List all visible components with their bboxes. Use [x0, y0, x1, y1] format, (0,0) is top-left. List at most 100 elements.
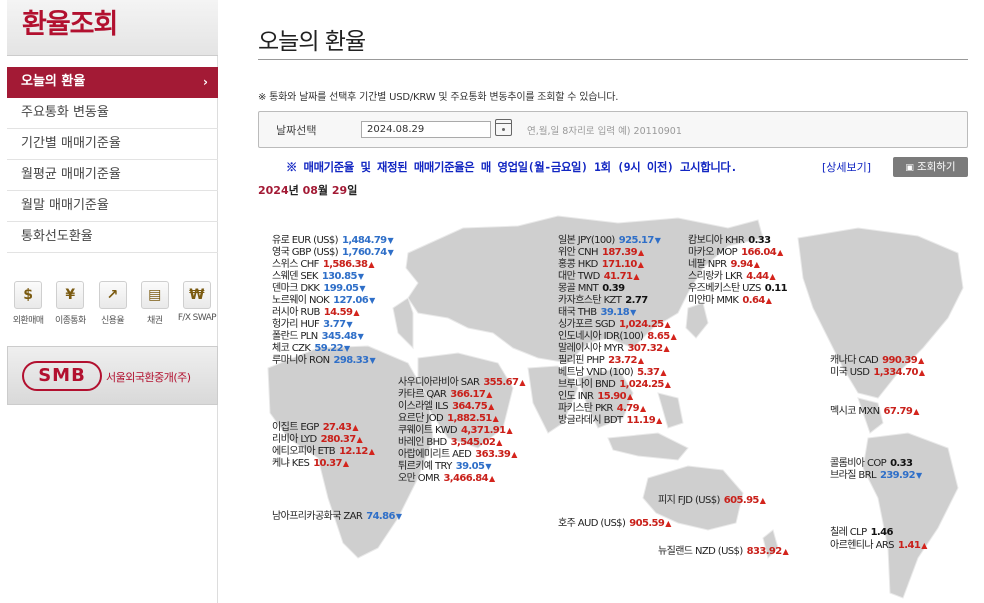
- currency-label: 남아프리카공화국 ZAR: [272, 511, 363, 522]
- rate-nzd[interactable]: 뉴질랜드 NZD (US$) 833.92▲: [658, 546, 789, 558]
- detail-link[interactable]: [상세보기]: [822, 159, 871, 175]
- quick-link-fx-trade[interactable]: $ 외환매매: [7, 281, 49, 331]
- quick-link-fx-swap[interactable]: ₩ F/X SWAP: [176, 281, 218, 331]
- arrow-up-icon: ▲: [759, 496, 766, 505]
- rate-chf[interactable]: 스위스 CHF 1,586.38▲: [272, 259, 375, 271]
- rate-qar[interactable]: 카타르 QAR 366.17▲: [398, 389, 492, 401]
- rate-aed[interactable]: 아랍에미리트 AED 363.39▲: [398, 449, 517, 461]
- menu-item-month-end[interactable]: 월말 매매기준율: [7, 191, 218, 222]
- quick-link-bond[interactable]: ▤ 채권: [134, 281, 176, 331]
- rate-inr[interactable]: 인도 INR 15.90▲: [558, 391, 633, 403]
- rate-sar[interactable]: 사우디아라비아 SAR 355.67▲: [398, 377, 525, 389]
- search-button[interactable]: ▣ 조회하기: [893, 157, 968, 177]
- rate-dkk[interactable]: 덴마크 DKK 199.05▼: [272, 283, 366, 295]
- currency-label: 스리랑카 LKR: [688, 271, 743, 282]
- rate-value: 1,882.51: [447, 413, 492, 424]
- currency-label: 태국 THB: [558, 307, 597, 318]
- date-input[interactable]: [361, 121, 491, 138]
- rate-usd[interactable]: 미국 USD 1,334.70▲: [830, 367, 925, 379]
- rate-zar[interactable]: 남아프리카공화국 ZAR 74.86▼: [272, 511, 402, 523]
- arrow-up-icon: ▲: [633, 272, 639, 281]
- currency-label: 헝가리 HUF: [272, 319, 320, 330]
- rate-rub[interactable]: 러시아 RUB 14.59▲: [272, 307, 359, 319]
- rate-uzs[interactable]: 우즈베키스탄 UZS 0.11: [688, 283, 788, 295]
- arrow-down-icon: ▼: [395, 512, 402, 521]
- rate-mop[interactable]: 마카오 MOP 166.04▲: [688, 247, 783, 259]
- rate-value: 364.75: [452, 401, 488, 412]
- menu-item-period-rate[interactable]: 기간별 매매기준율: [7, 129, 218, 160]
- rate-khr[interactable]: 캄보디아 KHR 0.33: [688, 235, 771, 247]
- selected-date-heading: 2024년 08월 29일: [258, 182, 357, 198]
- rate-myr[interactable]: 말레이시아 MYR 307.32▲: [558, 343, 670, 355]
- rate-omr[interactable]: 오만 OMR 3,466.84▲: [398, 473, 495, 485]
- rate-clp[interactable]: 칠레 CLP 1.46: [830, 527, 893, 539]
- rate-jpy[interactable]: 일본 JPY(100) 925.17▼: [558, 235, 661, 247]
- rate-cop[interactable]: 콜롬비아 COP 0.33: [830, 458, 913, 470]
- rate-pln[interactable]: 폴란드 PLN 345.48▼: [272, 331, 364, 343]
- rate-ron[interactable]: 루마니아 RON 298.33▼: [272, 355, 376, 367]
- rate-cad[interactable]: 캐나다 CAD 990.39▲: [830, 355, 924, 367]
- rate-npr[interactable]: 네팔 NPR 9.94▲: [688, 259, 760, 271]
- rate-egp[interactable]: 이집트 EGP 27.43▲: [272, 422, 358, 434]
- quick-link-cross-currency[interactable]: ¥ 이종통화: [49, 281, 91, 331]
- rate-lkr[interactable]: 스리랑카 LKR 4.44▲: [688, 271, 776, 283]
- rate-mmk[interactable]: 미얀마 MMK 0.64▲: [688, 295, 772, 307]
- rate-sek[interactable]: 스웨덴 SEK 130.85▼: [272, 271, 364, 283]
- rate-vnd[interactable]: 베트남 VND (100) 5.37▲: [558, 367, 666, 379]
- rate-eur[interactable]: 유로 EUR (US$) 1,484.79▼: [272, 235, 394, 247]
- rate-fjd[interactable]: 피지 FJD (US$) 605.95▲: [658, 495, 766, 507]
- rate-lyd[interactable]: 리비아 LYD 280.37▲: [272, 434, 363, 446]
- rate-thb[interactable]: 태국 THB 39.18▼: [558, 307, 636, 319]
- currency-icon: ¥: [56, 281, 85, 309]
- rate-value: 5.37: [637, 367, 660, 378]
- rate-bnd[interactable]: 브루나이 BND 1,024.25▲: [558, 379, 671, 391]
- rate-pkr[interactable]: 파키스탄 PKR 4.79▲: [558, 403, 646, 415]
- rate-value: 0.33: [890, 458, 913, 469]
- rate-cnh[interactable]: 위안 CNH 187.39▲: [558, 247, 644, 259]
- rate-bdt[interactable]: 방글라데시 BDT 11.19▲: [558, 415, 662, 427]
- rate-try[interactable]: 튀르키예 TRY 39.05▼: [398, 461, 491, 473]
- rate-etb[interactable]: 에티오피아 ETB 12.12▲: [272, 446, 375, 458]
- rate-sgd[interactable]: 싱가포르 SGD 1,024.25▲: [558, 319, 671, 331]
- rate-gbp[interactable]: 영국 GBP (US$) 1,760.74▼: [272, 247, 394, 259]
- arrow-up-icon: ▲: [664, 320, 671, 329]
- rate-mnt[interactable]: 몽골 MNT 0.39: [558, 283, 625, 295]
- rate-bhd[interactable]: 바레인 BHD 3,545.02▲: [398, 437, 502, 449]
- rate-ars[interactable]: 아르헨티나 ARS 1.41▲: [830, 540, 927, 552]
- menu-item-monthly-avg[interactable]: 월평균 매매기준율: [7, 160, 218, 191]
- currency-label: 스위스 CHF: [272, 259, 319, 270]
- menu-item-today-rate[interactable]: 오늘의 환율 ›: [7, 67, 218, 98]
- currency-label: 파키스탄 PKR: [558, 403, 613, 414]
- smb-banner[interactable]: SMB 서울외국환중개(주): [7, 346, 218, 405]
- quick-link-credit[interactable]: ↗ 신용율: [91, 281, 133, 331]
- rate-brl[interactable]: 브라질 BRL 239.92▼: [830, 470, 922, 482]
- rate-php[interactable]: 필리핀 PHP 23.72▲: [558, 355, 644, 367]
- rate-aud[interactable]: 호주 AUD (US$) 905.59▲: [558, 518, 671, 530]
- rate-nok[interactable]: 노르웨이 NOK 127.06▼: [272, 295, 375, 307]
- rate-value: 39.05: [455, 461, 485, 472]
- rate-czk[interactable]: 체코 CZK 59.22▼: [272, 343, 350, 355]
- rate-ils[interactable]: 이스라엘 ILS 364.75▲: [398, 401, 494, 413]
- sidebar: 환율조회 오늘의 환율 › 주요통화 변동율 기간별 매매기준율 월평균 매매기준…: [0, 0, 218, 603]
- rate-mxn[interactable]: 멕시코 MXN 67.79▲: [830, 406, 919, 418]
- quick-link-label: 이종통화: [54, 316, 86, 326]
- arrow-up-icon: ▲: [782, 547, 789, 556]
- arrow-up-icon: ▲: [492, 414, 499, 423]
- rate-kzt[interactable]: 카자흐스탄 KZT 2.77: [558, 295, 648, 307]
- calendar-icon[interactable]: [495, 119, 512, 136]
- menu-item-forward[interactable]: 통화선도환율: [7, 222, 218, 253]
- rate-value: 1,024.25: [618, 319, 664, 330]
- rate-jod[interactable]: 요르단 JOD 1,882.51▲: [398, 413, 499, 425]
- rate-kes[interactable]: 케냐 KES 10.37▲: [272, 458, 349, 470]
- menu-item-major-change[interactable]: 주요통화 변동율: [7, 98, 218, 129]
- arrow-down-icon: ▼: [387, 236, 394, 245]
- rate-hkd[interactable]: 홍콩 HKD 171.10▲: [558, 259, 644, 271]
- currency-label: 위안 CNH: [558, 247, 599, 258]
- rate-idr[interactable]: 인도네시아 IDR(100) 8.65▲: [558, 331, 677, 343]
- rate-huf[interactable]: 헝가리 HUF 3.77▼: [272, 319, 353, 331]
- rate-kwd[interactable]: 쿠웨이트 KWD 4,371.91▲: [398, 425, 513, 437]
- won-icon: ₩: [182, 281, 211, 309]
- currency-label: 사우디아라비아 SAR: [398, 377, 480, 388]
- arrow-up-icon: ▲: [511, 450, 517, 459]
- rate-twd[interactable]: 대만 TWD 41.71▲: [558, 271, 639, 283]
